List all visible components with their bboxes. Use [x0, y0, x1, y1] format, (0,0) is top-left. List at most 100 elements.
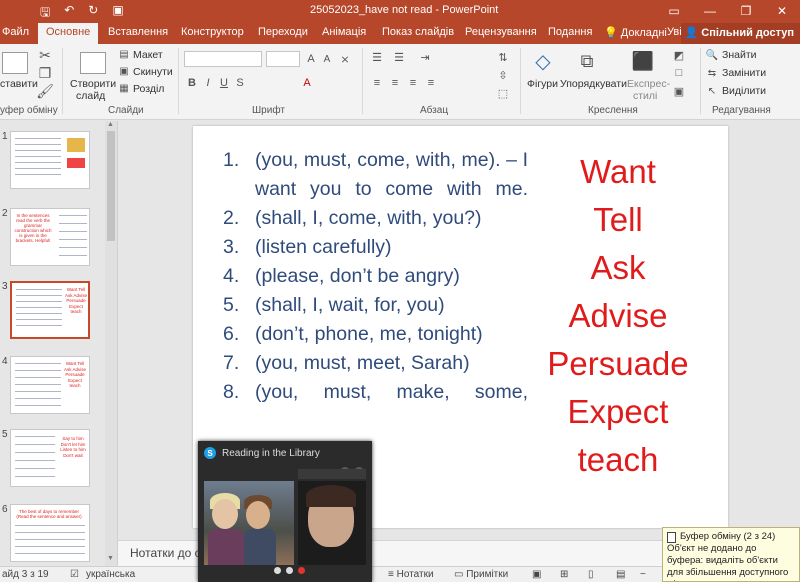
normal-view-icon[interactable]: ▣ — [532, 569, 541, 580]
align-right-icon[interactable]: ≡ — [406, 76, 420, 90]
close-icon[interactable]: ✕ — [764, 0, 800, 22]
font-size-box[interactable] — [266, 51, 300, 67]
new-slide-icon[interactable] — [80, 52, 106, 74]
quick-styles-button[interactable]: Експрес- — [627, 78, 670, 90]
thumb-line — [15, 370, 61, 371]
align-text-icon[interactable]: ⇳ — [496, 68, 510, 82]
reset-button[interactable]: Скинути — [133, 66, 173, 78]
thumbnails-scrollbar[interactable]: ▲ ▼ — [105, 121, 117, 566]
slide-thumbnail-2[interactable]: In the sentences read the verb the gramm… — [10, 208, 90, 266]
camera-icon[interactable] — [274, 567, 281, 574]
smartart-icon[interactable]: ⬚ — [496, 86, 510, 100]
cut-icon[interactable]: ✂ — [38, 47, 52, 63]
slide-sorter-icon[interactable]: ⊞ — [560, 569, 568, 580]
numbering-icon[interactable]: ☰ — [392, 50, 406, 64]
reading-view-icon[interactable]: ▯ — [588, 569, 594, 580]
end-call-icon[interactable] — [298, 567, 305, 574]
section-button[interactable]: Розділ — [133, 83, 164, 95]
slide-thumbnail-6[interactable]: The best of days to remember (Read the s… — [10, 504, 90, 562]
arrange-icon[interactable]: ⧉ — [574, 48, 600, 74]
microphone-icon[interactable] — [286, 567, 293, 574]
language-indicator[interactable]: українська — [86, 569, 135, 580]
ribbon-display-icon[interactable]: ▭ — [656, 0, 692, 22]
group-font-label: Шрифт — [252, 105, 285, 116]
spellcheck-icon[interactable]: ☑ — [70, 569, 79, 580]
slide-thumbnail-1[interactable] — [10, 131, 90, 189]
increase-font-icon[interactable]: A — [304, 51, 318, 67]
shadow-icon[interactable]: S — [234, 76, 246, 90]
copy-icon[interactable]: ❐ — [38, 65, 52, 81]
shape-fill-icon[interactable]: ◩ — [672, 48, 686, 62]
bold-icon[interactable]: B — [186, 76, 198, 90]
slide-thumbnail-3[interactable]: Want Tell Ask Advise Persuade Expect tea… — [10, 281, 90, 339]
new-slide-button[interactable]: Створити — [70, 78, 116, 90]
verb-word-list[interactable]: Want Tell Ask Advise Persuade Expect tea… — [538, 148, 698, 484]
tab-view[interactable]: Подання — [548, 26, 592, 38]
tab-transitions[interactable]: Переходи — [258, 26, 308, 38]
shape-effects-icon[interactable]: ▣ — [672, 84, 686, 98]
replace-button[interactable]: Замінити — [722, 67, 766, 79]
undo-icon[interactable]: ↶ — [64, 3, 74, 24]
quick-styles-button-line2[interactable]: стилі — [633, 90, 657, 102]
underline-icon[interactable]: U — [218, 76, 230, 90]
minimize-icon[interactable]: — — [692, 0, 728, 22]
tab-insert[interactable]: Вставлення — [108, 26, 168, 38]
quick-styles-icon[interactable]: ⬛ — [630, 48, 656, 74]
shape-outline-icon[interactable]: □ — [672, 66, 686, 80]
font-color-icon[interactable]: A — [300, 76, 314, 90]
video-call-window[interactable]: S Reading in the Library — [198, 441, 372, 582]
tab-home[interactable]: Основне — [38, 23, 99, 44]
section-icon[interactable]: ▦ — [118, 82, 130, 94]
tab-tell-me[interactable]: 💡 Докладні — [604, 26, 667, 39]
font-name-box[interactable] — [184, 51, 262, 67]
format-painter-icon[interactable]: 🖌 — [36, 83, 54, 99]
paste-icon[interactable] — [2, 52, 28, 74]
scrollbar-thumb[interactable] — [107, 131, 115, 241]
justify-icon[interactable]: ≡ — [424, 76, 438, 90]
layout-button[interactable]: Макет — [133, 49, 163, 61]
verb-word: Want — [580, 153, 656, 190]
slide-thumbnail-4[interactable]: Want Tell Ask Advise Persuade Expect tea… — [10, 356, 90, 414]
notes-toggle[interactable]: ≡ Нотатки — [388, 569, 434, 580]
align-center-icon[interactable]: ≡ — [388, 76, 402, 90]
tab-slideshow[interactable]: Показ слайдів — [382, 26, 454, 38]
tab-design[interactable]: Конструктор — [181, 26, 244, 38]
shapes-button[interactable]: Фігури — [527, 78, 558, 90]
share-button[interactable]: 👤 Спільний доступ — [680, 23, 800, 44]
indent-icon[interactable]: ⇥ — [418, 50, 432, 64]
paste-button[interactable]: ставити — [0, 78, 38, 90]
tab-file[interactable]: Файл — [2, 26, 29, 38]
shapes-icon[interactable]: ◇ — [530, 48, 556, 74]
find-button[interactable]: Знайти — [722, 49, 757, 61]
comments-toggle[interactable]: ▭ Примітки — [454, 569, 508, 580]
redo-icon[interactable]: ↻ — [88, 3, 98, 24]
tab-animations[interactable]: Анімація — [322, 26, 366, 38]
scroll-down-icon[interactable]: ▼ — [107, 555, 114, 562]
clear-format-icon[interactable]: ⨯ — [338, 51, 352, 67]
scroll-up-icon[interactable]: ▲ — [107, 121, 114, 128]
select-icon[interactable]: ↖ — [706, 84, 718, 98]
thumb-number: 1 — [2, 131, 8, 142]
replace-icon[interactable]: ⇆ — [706, 66, 718, 80]
new-slide-button-line2[interactable]: слайд — [76, 90, 105, 102]
decrease-font-icon[interactable]: A — [320, 51, 334, 67]
clipboard-notification[interactable]: Буфер обміну (2 з 24) Об'єкт не додано д… — [662, 527, 800, 582]
slideshow-view-icon[interactable]: ▤ — [616, 569, 625, 580]
slide-thumbnail-5[interactable]: Say to him Don't let him Listen to him D… — [10, 429, 90, 487]
layout-icon[interactable]: ▤ — [118, 48, 130, 60]
select-button[interactable]: Виділити — [722, 85, 766, 97]
reset-icon[interactable]: ▣ — [118, 65, 130, 77]
bullets-icon[interactable]: ☰ — [370, 50, 384, 64]
call-title-bar: S Reading in the Library — [204, 447, 320, 459]
start-slideshow-icon[interactable]: ▣ — [112, 3, 123, 24]
find-icon[interactable]: 🔍 — [706, 48, 718, 62]
save-icon[interactable]: 🖫 — [40, 3, 50, 24]
zoom-out-icon[interactable]: − — [640, 569, 646, 580]
restore-icon[interactable]: ❐ — [728, 0, 764, 22]
italic-icon[interactable]: I — [202, 76, 214, 90]
exercise-list[interactable]: 1. (you, must, come, with, me). – I want … — [223, 146, 528, 407]
text-direction-icon[interactable]: ⇅ — [496, 50, 510, 64]
align-left-icon[interactable]: ≡ — [370, 76, 384, 90]
tab-review[interactable]: Рецензування — [465, 26, 537, 38]
arrange-button[interactable]: Упорядкувати — [560, 78, 627, 90]
